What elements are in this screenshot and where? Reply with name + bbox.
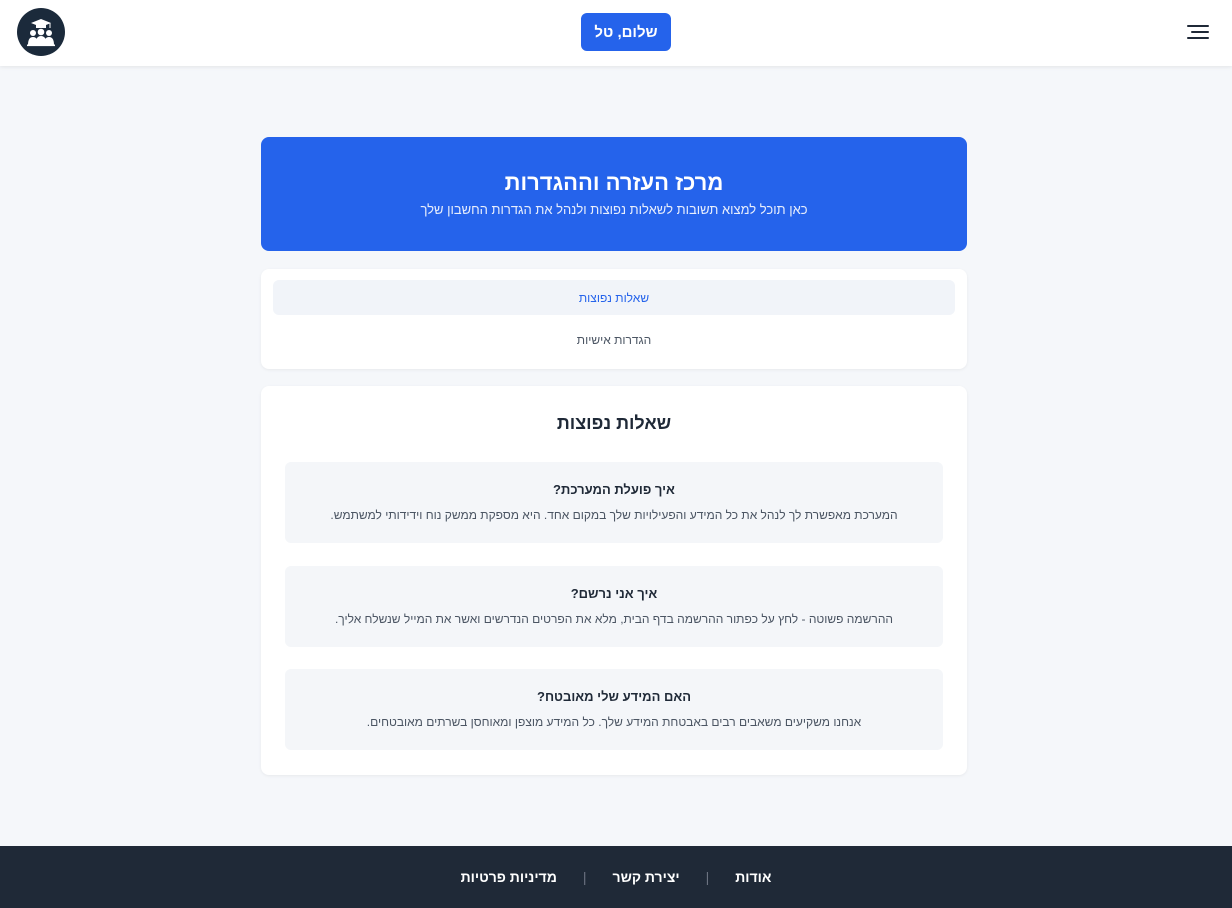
footer-link-privacy[interactable]: מדיניות פרטיות: [461, 869, 557, 885]
tab-personal-settings[interactable]: הגדרות אישיות: [273, 322, 955, 357]
faq-answer: אנחנו משקיעים משאבים רבים באבטחת המידע ש…: [366, 715, 862, 729]
menu-button[interactable]: [1184, 20, 1212, 44]
footer-link-about[interactable]: אודות: [735, 869, 771, 885]
greeting-button[interactable]: שלום, טל: [581, 13, 671, 51]
faq-item[interactable]: איך פועלת המערכת? המערכת מאפשרת לך לנהל …: [285, 462, 943, 543]
footer-separator: |: [582, 869, 587, 885]
tabs-card: שאלות נפוצות הגדרות אישיות: [261, 269, 967, 369]
footer-nav: אודות | יצירת קשר | מדיניות פרטיות: [0, 846, 1232, 908]
faq-question: האם המידע שלי מאובטח?: [537, 689, 691, 704]
logo[interactable]: [17, 8, 65, 56]
hamburger-menu-icon: [1187, 25, 1209, 39]
footer-separator: |: [705, 869, 710, 885]
faq-answer: ההרשמה פשוטה - לחץ על כפתור ההרשמה בדף ה…: [334, 612, 894, 626]
faq-item[interactable]: האם המידע שלי מאובטח? אנחנו משקיעים משאב…: [285, 669, 943, 750]
hero-banner: מרכז העזרה וההגדרות כאן תוכל למצוא תשובו…: [261, 137, 967, 251]
tab-faq[interactable]: שאלות נפוצות: [273, 280, 955, 315]
footer: אודות | יצירת קשר | מדיניות פרטיות: [0, 846, 1232, 908]
faq-question: איך אני נרשם?: [570, 586, 658, 601]
faq-section: שאלות נפוצות איך פועלת המערכת? המערכת מא…: [261, 386, 967, 775]
graduation-group-icon: [27, 19, 55, 47]
faq-item[interactable]: איך אני נרשם? ההרשמה פשוטה - לחץ על כפתו…: [285, 566, 943, 647]
footer-link-contact[interactable]: יצירת קשר: [613, 869, 680, 885]
faq-answer: המערכת מאפשרת לך לנהל את כל המידע והפעיל…: [330, 508, 898, 522]
faq-title: שאלות נפוצות: [556, 413, 672, 433]
faq-question: איך פועלת המערכת?: [553, 482, 675, 497]
top-navbar: שלום, טל: [0, 0, 1232, 66]
page-title: מרכז העזרה וההגדרות: [504, 170, 724, 195]
page-subtitle: כאן תוכל למצוא תשובות לשאלות נפוצות ולנה…: [420, 202, 808, 217]
